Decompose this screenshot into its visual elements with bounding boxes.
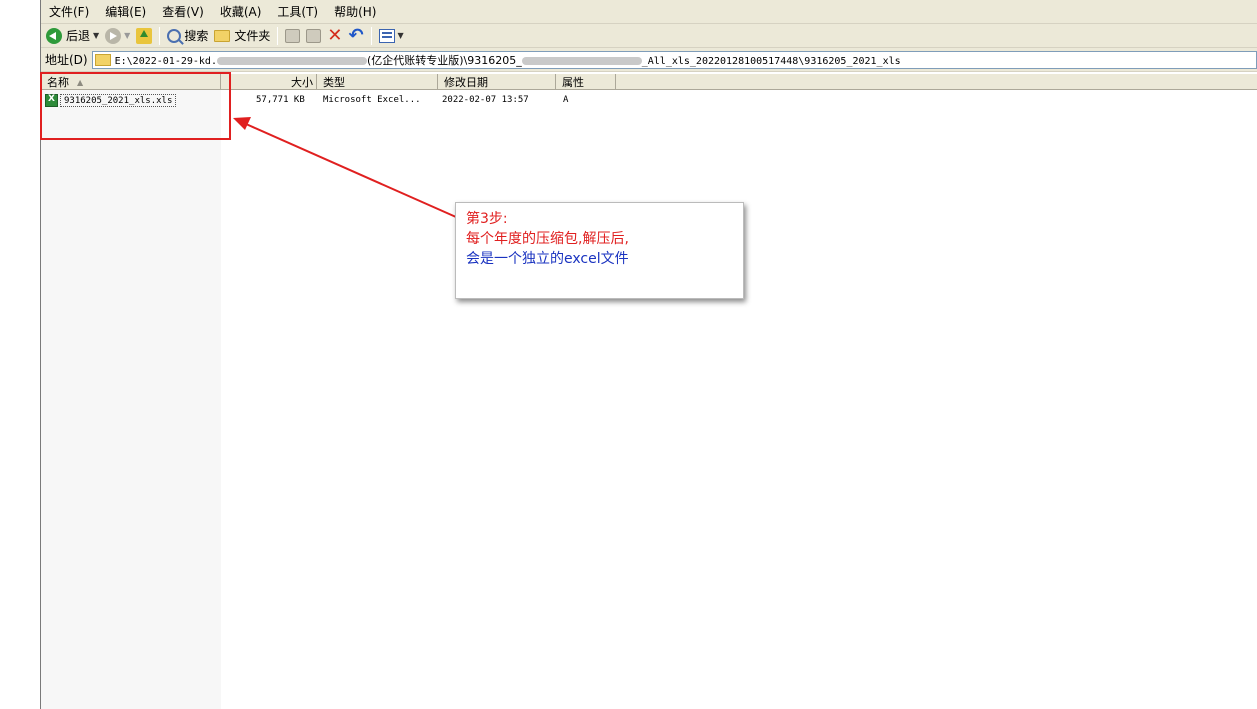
folders-label: 文件夹	[234, 29, 271, 43]
back-button[interactable]: 后退 ▼	[43, 25, 102, 47]
copy-to-button[interactable]	[303, 25, 324, 47]
undo-button[interactable]: ↶	[345, 25, 366, 47]
column-header-type[interactable]: 类型	[317, 74, 438, 90]
address-path: E:\2022-01-29-kd. (亿企代账转专业版)\9316205_ _All…	[114, 53, 901, 67]
forward-arrow-icon	[105, 27, 122, 44]
file-modified: 2022-02-07 13:57	[442, 95, 529, 105]
menu-file[interactable]: 文件(F)	[49, 3, 89, 20]
search-icon	[167, 28, 182, 43]
column-header-size[interactable]: 大小	[221, 74, 317, 90]
callout-line-3: 会是一个独立的excel文件	[466, 251, 629, 267]
search-label: 搜索	[184, 29, 209, 43]
folder-icon	[214, 29, 231, 42]
address-bar: 地址(D) E:\2022-01-29-kd. (亿企代账转专业版)\931620…	[41, 48, 1257, 72]
menu-bar: 文件(F) 编辑(E) 查看(V) 收藏(A) 工具(T) 帮助(H)	[41, 0, 1257, 24]
move-to-icon	[285, 28, 301, 43]
address-label: 地址(D)	[45, 53, 88, 67]
menu-edit[interactable]: 编辑(E)	[105, 3, 146, 20]
toolbar-separator	[277, 26, 279, 45]
toolbar-separator	[159, 26, 161, 45]
views-icon	[378, 28, 395, 43]
column-header-modified[interactable]: 修改日期	[438, 74, 556, 90]
callout-step-title: 第3步:	[466, 211, 508, 227]
callout-line-2: 每个年度的压缩包,解压后,	[466, 231, 629, 247]
address-input[interactable]: E:\2022-01-29-kd. (亿企代账转专业版)\9316205_ _All…	[91, 50, 1257, 69]
forward-button[interactable]: ▼	[102, 25, 133, 47]
delete-button[interactable]: ✕	[324, 25, 345, 47]
back-dropdown-icon[interactable]: ▼	[93, 31, 99, 40]
back-arrow-icon	[46, 27, 62, 44]
move-to-button[interactable]	[282, 25, 303, 47]
menu-favorites[interactable]: 收藏(A)	[220, 3, 262, 20]
name-column-background	[41, 90, 221, 709]
up-folder-button[interactable]	[133, 25, 155, 47]
up-folder-icon	[136, 27, 153, 44]
folder-icon	[94, 53, 111, 66]
views-button[interactable]: ▼	[376, 25, 407, 47]
copy-to-icon	[306, 28, 322, 43]
menu-tools[interactable]: 工具(T)	[277, 3, 318, 20]
search-button[interactable]: 搜索	[164, 25, 211, 47]
back-label: 后退	[66, 29, 91, 43]
undo-icon: ↶	[348, 24, 364, 46]
file-size: 57,771 KB	[256, 95, 305, 105]
file-type: Microsoft Excel...	[323, 95, 421, 105]
menu-view[interactable]: 查看(V)	[162, 3, 204, 20]
folders-button[interactable]: 文件夹	[211, 25, 273, 47]
views-dropdown-icon[interactable]: ▼	[398, 31, 404, 40]
forward-dropdown-icon[interactable]: ▼	[124, 31, 130, 40]
file-attributes: A	[563, 95, 569, 105]
annotation-callout: 第3步: 每个年度的压缩包,解压后, 会是一个独立的excel文件	[455, 202, 744, 299]
column-header-attributes[interactable]: 属性	[556, 74, 616, 90]
toolbar: 后退 ▼ ▼ 搜索 文件夹 ✕ ↶ ▼	[41, 24, 1257, 48]
delete-icon: ✕	[327, 24, 343, 46]
annotation-highlight-box	[40, 72, 231, 140]
menu-help[interactable]: 帮助(H)	[334, 3, 376, 20]
toolbar-separator	[370, 26, 372, 45]
